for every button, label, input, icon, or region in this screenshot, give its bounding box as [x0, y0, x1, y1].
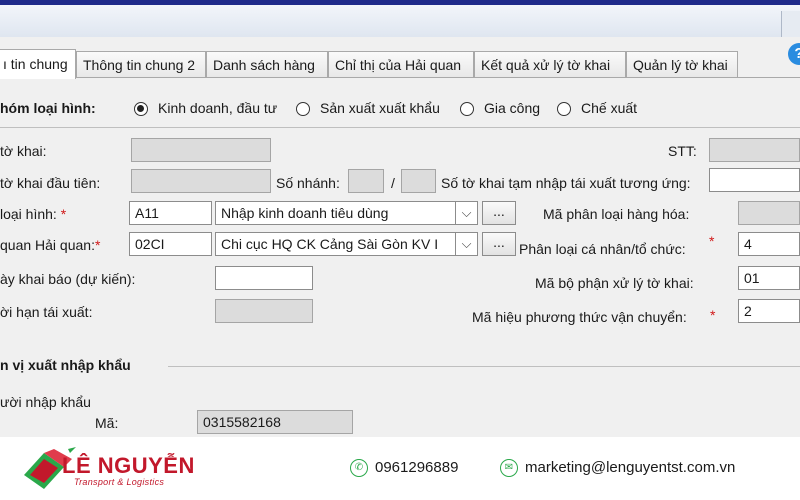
- scroll-cap[interactable]: [781, 11, 800, 37]
- tab-quan-ly-to-khai[interactable]: Quản lý tờ khai: [626, 51, 738, 77]
- loai-hinh-lookup-button[interactable]: ...: [482, 201, 516, 225]
- footer-banner: LÊ NGUYỄN Transport & Logistics ✆ 096129…: [0, 437, 800, 500]
- radio-kinh-doanh-label: Kinh doanh, đầu tư: [158, 100, 278, 116]
- ma-nguoi-nhap-khau-field[interactable]: 0315582168: [197, 410, 353, 434]
- required-mark: *: [94, 237, 101, 253]
- divider: [0, 127, 800, 128]
- ma-phan-loai-hang-label: Mã phân loại hàng hóa:: [543, 206, 690, 222]
- loai-hinh-name-field[interactable]: Nhập kinh doanh tiêu dùng: [215, 201, 456, 225]
- tab-chi-thi-hai-quan[interactable]: Chỉ thị của Hải quan: [328, 51, 474, 77]
- required-mark: *: [710, 307, 716, 323]
- so-to-khai-label: tờ khai:: [0, 143, 47, 159]
- co-quan-name-field[interactable]: Chi cục HQ CK Cảng Sài Gòn KV I: [215, 232, 456, 256]
- thoi-han-tai-xuat-label: ời hạn tái xuất:: [0, 304, 93, 320]
- email-address[interactable]: marketing@lenguyentst.com.vn: [525, 459, 735, 476]
- tab-panel-border: [0, 77, 800, 78]
- tab-thong-tin-chung[interactable]: ı tin chung: [0, 49, 76, 79]
- loai-hinh-code-field[interactable]: A11: [129, 201, 212, 225]
- radio-kinh-doanh[interactable]: [134, 102, 148, 116]
- tab-danh-sach-hang[interactable]: Danh sách hàng: [206, 51, 328, 77]
- email-icon: ✉: [500, 459, 518, 477]
- stt-field[interactable]: [709, 138, 800, 162]
- radio-che-xuat-label: Chế xuất: [581, 100, 638, 116]
- tab-label: ı tin chung: [3, 56, 68, 72]
- brand-subtitle: Transport & Logistics: [74, 477, 165, 487]
- co-quan-code-field[interactable]: 02CI: [129, 232, 212, 256]
- phone-number[interactable]: 0961296889: [375, 459, 458, 476]
- chevron-down-icon[interactable]: ⌵: [456, 201, 478, 225]
- co-quan-label: quan Hải quan:*: [0, 237, 100, 253]
- tab-label: Danh sách hàng: [213, 57, 315, 73]
- to-khai-dau-tien-label: tờ khai đầu tiên:: [0, 175, 101, 191]
- ngay-khai-bao-label: ày khai báo (dự kiến):: [0, 271, 136, 287]
- phone-icon: ✆: [350, 459, 368, 477]
- tab-thong-tin-chung-2[interactable]: Thông tin chung 2: [76, 51, 206, 77]
- radio-gia-cong-label: Gia công: [484, 100, 541, 116]
- radio-san-xuat-label: Sản xuất xuất khẩu: [320, 100, 440, 116]
- brand-name: LÊ NGUYỄN: [62, 453, 195, 478]
- so-nhanh-label: Số nhánh:: [276, 175, 340, 191]
- tab-bar: ı tin chung Thông tin chung 2 Danh sách …: [0, 49, 800, 79]
- phan-loai-ca-nhan-label: Phân loại cá nhân/tổ chức:: [519, 241, 686, 257]
- declaration-form: ? ı tin chung Thông tin chung 2 Danh sác…: [0, 37, 800, 437]
- stt-label: STT:: [668, 143, 697, 159]
- section-title: n vị xuất nhập khẩu: [0, 357, 131, 373]
- so-to-khai-field[interactable]: [131, 138, 271, 162]
- nguoi-nhap-khau-label: ười nhập khẩu: [0, 394, 91, 410]
- tab-label: Thông tin chung 2: [83, 57, 196, 73]
- co-quan-lookup-button[interactable]: ...: [482, 232, 516, 256]
- radio-che-xuat[interactable]: [557, 102, 571, 116]
- tab-label: Kết quả xử lý tờ khai: [481, 57, 611, 73]
- co-quan-label-text: quan Hải quan:: [0, 237, 95, 253]
- radio-san-xuat-xuat-khau[interactable]: [296, 102, 310, 116]
- bo-phan-xu-ly-label: Mã bộ phận xử lý tờ khai:: [535, 275, 694, 291]
- ma-phan-loai-hang-field[interactable]: [738, 201, 800, 225]
- section-divider: [168, 366, 800, 367]
- loai-hinh-label-text: loại hình:: [0, 206, 57, 222]
- so-nhanh-field[interactable]: [348, 169, 384, 193]
- ngay-khai-bao-field[interactable]: [215, 266, 313, 290]
- loai-hinh-label: loại hình: *: [0, 206, 66, 222]
- phuong-thuc-van-chuyen-field[interactable]: 2: [738, 299, 800, 323]
- tam-nhap-label: Số tờ khai tạm nhập tái xuất tương ứng:: [441, 175, 691, 191]
- tong-so-nhanh-field[interactable]: [401, 169, 436, 193]
- phan-loai-ca-nhan-field[interactable]: 4: [738, 232, 800, 256]
- to-khai-dau-tien-field[interactable]: [131, 169, 271, 193]
- ma-label: Mã:: [95, 415, 119, 431]
- so-nhanh-slash: /: [391, 175, 395, 191]
- chevron-down-icon[interactable]: ⌵: [456, 232, 478, 256]
- phuong-thuc-van-chuyen-label: Mã hiệu phương thức vận chuyển:: [472, 309, 687, 325]
- bo-phan-xu-ly-field[interactable]: 01: [738, 266, 800, 290]
- tam-nhap-field[interactable]: [709, 168, 800, 192]
- tab-label: Quản lý tờ khai: [633, 57, 728, 73]
- required-mark: *: [60, 206, 67, 222]
- radio-gia-cong[interactable]: [460, 102, 474, 116]
- tab-label: Chỉ thị của Hải quan: [335, 57, 462, 73]
- title-bar: [0, 5, 800, 38]
- group-label: hóm loại hình:: [0, 100, 96, 116]
- required-mark: *: [709, 233, 715, 249]
- tab-ket-qua-xu-ly[interactable]: Kết quả xử lý tờ khai: [474, 51, 626, 77]
- thoi-han-tai-xuat-field[interactable]: [215, 299, 313, 323]
